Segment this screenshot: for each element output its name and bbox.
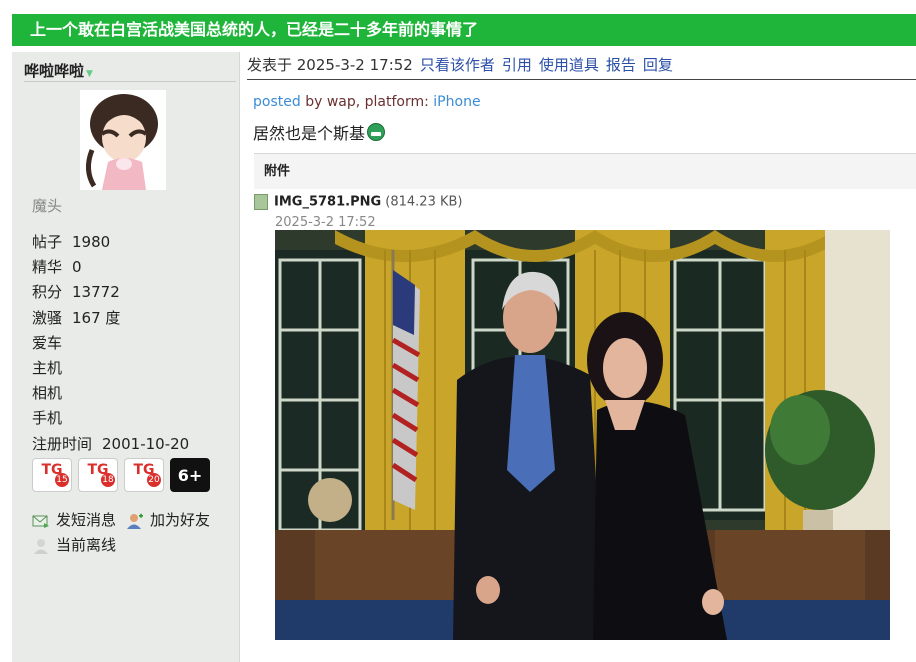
user-badges: TG 15 TG 18 TG 20 6+: [32, 458, 210, 492]
online-status: 当前离线: [56, 536, 117, 554]
user-action-row: 发短消息 加为好友: [32, 508, 210, 533]
posted-word: posted: [253, 94, 301, 110]
stat-registered: 注册时间 2001-10-20: [32, 434, 190, 453]
attachment-size: (814.23 KB): [381, 194, 463, 210]
thread-title: 上一个敢在白宫活战美国总统的人，已经是二十多年前的事情了: [12, 14, 916, 46]
post-text: 居然也是个斯基: [253, 124, 366, 143]
user-rank: 魔头: [32, 197, 63, 215]
user-stats: 帖子 1980 精华 0 积分 13772 激骚 167 度 爱车 主机 相机 手机 注…: [32, 230, 189, 457]
online-status-row: 当前离线: [32, 533, 210, 558]
chevron-down-icon[interactable]: ▼: [86, 69, 93, 79]
badge-tg-18[interactable]: TG 18: [78, 458, 118, 492]
user-actions: 发短消息 加为好友 当前离线: [32, 508, 210, 558]
attachment-date: 2025-3-2 17:52: [275, 215, 376, 230]
post-content: 居然也是个斯基: [253, 120, 386, 144]
user-sidebar: 哗啦哗啦 ▼ 魔头 帖子 1980 精华 0 积分 13772 激骚 167 度 爱车 主…: [12, 52, 240, 662]
post-date: 发表于 2025-3-2 17:52: [247, 56, 413, 74]
quote-link[interactable]: 引用: [502, 56, 532, 74]
only-author-link[interactable]: 只看该作者: [420, 56, 495, 74]
image-file-icon: [254, 194, 268, 210]
attachment-file: IMG_5781.PNG (814.23 KB): [254, 194, 463, 210]
post-header: 发表于 2025-3-2 17:52 只看该作者 引用 使用道具 报告 回复: [247, 52, 916, 80]
posted-by-line: posted by wap, platform: iPhone: [253, 94, 481, 110]
apple-icon: 6+: [177, 465, 203, 485]
stat-console: 主机: [32, 358, 63, 377]
username-row: 哗啦哗啦 ▼: [24, 60, 236, 82]
offline-user-icon: [34, 538, 48, 554]
username[interactable]: 哗啦哗啦: [24, 62, 84, 80]
badge-tg-20[interactable]: TG 20: [124, 458, 164, 492]
stat-car: 爱车: [32, 333, 63, 352]
add-friend-icon: [127, 513, 144, 529]
posted-by-text: by wap, platform:: [300, 94, 434, 110]
platform-link[interactable]: iPhone: [433, 94, 480, 110]
use-item-link[interactable]: 使用道具: [539, 56, 599, 74]
stat-heat: 激骚 167 度: [32, 308, 121, 327]
grin-emoji-icon: [367, 123, 386, 141]
attachment-filename[interactable]: IMG_5781.PNG: [274, 195, 381, 210]
add-friend-link[interactable]: 加为好友: [150, 508, 210, 533]
badge-tg-15[interactable]: TG 15: [32, 458, 72, 492]
stat-points: 积分 13772: [32, 283, 120, 302]
reply-link[interactable]: 回复: [643, 56, 673, 74]
send-message-link[interactable]: 发短消息: [56, 508, 116, 533]
stat-posts: 帖子 1980: [32, 233, 111, 251]
stat-featured: 精华 0: [32, 258, 82, 277]
badge-apple-6plus[interactable]: 6+: [170, 458, 210, 492]
attachment-header: 附件: [254, 153, 916, 189]
message-icon: [32, 515, 49, 528]
attachment-photo[interactable]: [275, 230, 890, 640]
stat-camera: 相机: [32, 384, 63, 403]
report-link[interactable]: 报告: [606, 56, 636, 74]
avatar[interactable]: [80, 90, 166, 190]
stat-phone: 手机: [32, 409, 63, 428]
